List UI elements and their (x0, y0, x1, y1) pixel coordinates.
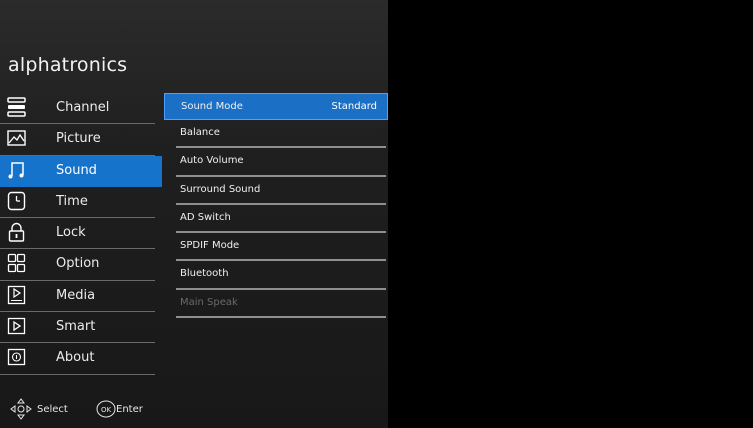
play-icon (7, 316, 26, 336)
media-icon (7, 285, 26, 305)
grid-icon (7, 253, 26, 273)
music-note-icon (7, 160, 26, 180)
nav-item-label: Lock (56, 225, 86, 241)
picture-icon (7, 128, 26, 148)
option-label: Main Speak (180, 296, 238, 308)
key-hint-bar: Select OK Enter (10, 398, 210, 422)
auto-volume-option[interactable]: Auto Volume (176, 148, 386, 177)
clock-icon (7, 191, 26, 211)
settings-menu-panel: alphatronics Channel Picture Sound Time (0, 0, 388, 428)
sound-mode-option[interactable]: Sound Mode Standard (164, 93, 388, 120)
spdif-mode-option[interactable]: SPDIF Mode (176, 233, 386, 262)
nav-item-time[interactable]: Time (0, 187, 155, 219)
nav-item-smart[interactable]: Smart (0, 312, 155, 344)
option-label: Bluetooth (180, 268, 229, 280)
brand-logo: alphatronics (8, 54, 128, 76)
nav-item-label: Option (56, 256, 100, 272)
nav-item-media[interactable]: Media (0, 281, 155, 313)
ad-switch-option[interactable]: AD Switch (176, 205, 386, 234)
nav-item-label: About (56, 350, 95, 366)
enter-hint-label: Enter (116, 404, 143, 415)
dpad-icon (10, 398, 32, 420)
sound-submenu: Sound Mode Standard Balance Auto Volume … (164, 93, 388, 319)
option-label: AD Switch (180, 211, 231, 223)
option-value: Standard (331, 101, 378, 112)
surround-sound-option[interactable]: Surround Sound (176, 177, 386, 205)
list-icon (7, 97, 26, 117)
nav-item-label: Media (56, 287, 96, 303)
select-hint-label: Select (37, 404, 68, 415)
bluetooth-option[interactable]: Bluetooth (176, 261, 386, 290)
balance-option[interactable]: Balance (176, 120, 386, 149)
option-label: SPDIF Mode (180, 240, 240, 252)
option-label: Balance (180, 127, 220, 138)
option-label: Auto Volume (180, 155, 244, 167)
lock-icon (7, 222, 26, 242)
nav-item-lock[interactable]: Lock (0, 218, 155, 250)
nav-item-sound[interactable]: Sound (0, 155, 162, 187)
option-label: Sound Mode (181, 101, 243, 112)
nav-item-channel[interactable]: Channel (0, 93, 155, 125)
nav-item-about[interactable]: About (0, 343, 155, 375)
ok-button-icon: OK (96, 400, 116, 418)
main-speaker-option: Main Speak (176, 290, 386, 319)
nav-item-label: Channel (56, 100, 110, 115)
nav-item-label: Picture (56, 131, 101, 147)
nav-item-label: Sound (56, 162, 97, 178)
main-nav: Channel Picture Sound Time Lock Option M… (0, 93, 162, 375)
nav-item-label: Time (56, 193, 88, 209)
nav-item-option[interactable]: Option (0, 249, 155, 281)
nav-item-label: Smart (56, 319, 96, 335)
tv-screen-area (388, 0, 753, 428)
info-icon (7, 347, 26, 367)
ok-icon-text: OK (101, 406, 112, 414)
option-label: Surround Sound (180, 183, 261, 195)
nav-item-picture[interactable]: Picture (0, 124, 155, 156)
